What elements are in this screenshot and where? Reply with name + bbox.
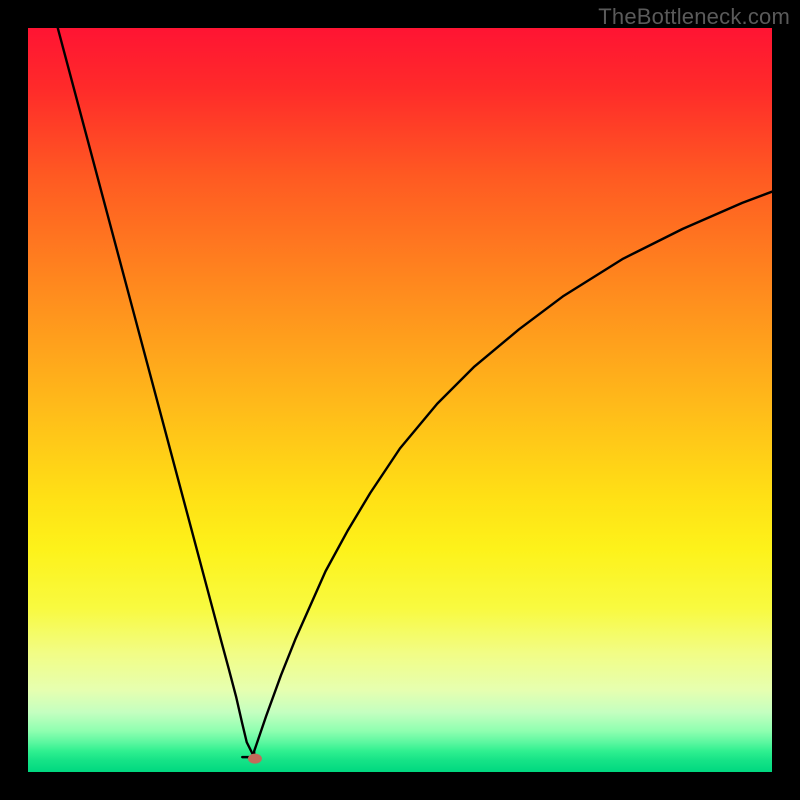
current-point-marker	[248, 754, 262, 764]
bottleneck-chart	[0, 0, 800, 800]
watermark-text: TheBottleneck.com	[598, 4, 790, 30]
gradient-background	[28, 28, 772, 772]
chart-frame: TheBottleneck.com	[0, 0, 800, 800]
